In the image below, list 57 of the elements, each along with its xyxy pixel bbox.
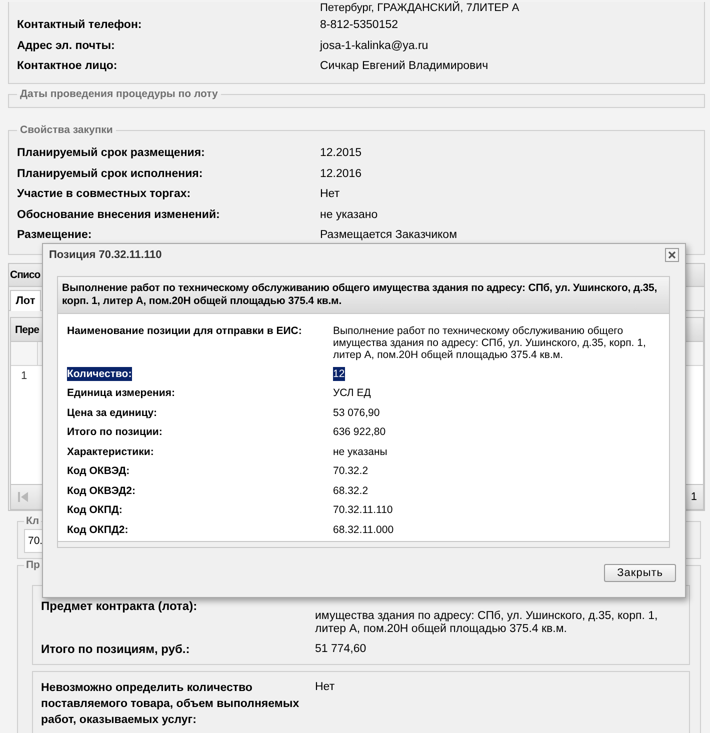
field-value: Нет	[320, 187, 341, 202]
field-label: Характеристики:	[67, 444, 155, 458]
field-label: Контактное лицо:	[17, 59, 118, 74]
field-label: Адрес эл. почты:	[17, 38, 116, 54]
code-field: 70.	[24, 529, 43, 553]
field-value: 70.32.2	[333, 464, 370, 478]
field-value: 68.32.2	[333, 484, 370, 498]
field-value: не указано	[320, 208, 379, 222]
section-legend: Даты проведения процедуры по лоту	[17, 88, 221, 101]
field-label: Единица измерения:	[67, 386, 176, 400]
field-value: имущества здания по адресу: СПб, ул. Ушинского, д.35, корп. 1, литер А, пом.20Н общей площадью 375.4 кв.м.	[315, 609, 659, 636]
field-value: Размещается Заказчиком	[320, 228, 458, 243]
close-button[interactable]: Закрыть	[604, 564, 676, 582]
grid-title: Пере	[15, 324, 40, 336]
field-label: Наименование позиции для отправки в ЕИС:	[67, 324, 303, 339]
field-label: Предмет контракта (лота):	[41, 599, 198, 613]
field-value: Нет	[315, 680, 336, 695]
field-value: УСЛ ЕД	[333, 386, 372, 400]
field-value: 12.2015	[320, 146, 363, 161]
position-heading: Выполнение работ по техническому обслуживанию общего имущества здания по адресу: СПб, ул. Ушинского, д.35, корп. 1, литер А, пом.20Н общей площадью 375.4 кв.м.	[58, 277, 669, 314]
field-label: Размещение:	[17, 228, 93, 243]
dialog-title: Позиция 70.32.11.110	[49, 249, 162, 261]
field-label: Обоснование внесения изменений:	[17, 208, 221, 222]
field-label: Код ОКВЭД:	[67, 464, 131, 478]
field-value: 8-812-5350152	[320, 18, 400, 33]
field-label: Планируемый срок размещения:	[17, 146, 206, 161]
panel-title: Списо	[10, 269, 40, 281]
field-value: 68.32.11.000	[333, 522, 395, 536]
section-legend: Кл	[24, 515, 42, 528]
field-label: Участие в совместных торгах:	[17, 187, 192, 202]
tab[interactable]: Лот	[10, 290, 41, 311]
page-number: 1	[690, 491, 697, 503]
field-value: 70.32.11.110	[333, 503, 394, 517]
field-label: Итого по позиции:	[67, 425, 164, 439]
field-label: Невозможно определить количество поставляемого товара, объем выполняемых работ, оказываемых услуг:	[41, 681, 300, 728]
field-value: 12.2016	[320, 166, 363, 182]
field-label: Код ОКПД2:	[67, 522, 130, 536]
field-value: 636 922,80	[333, 425, 387, 439]
field-label: Цена за единицу:	[67, 406, 158, 420]
field-value: 51 774,60	[315, 642, 368, 656]
field-label: Контактный телефон:	[17, 18, 143, 33]
field-label: Код ОКПД:	[67, 503, 124, 517]
address-text: Петербург, ГРАЖДАНСКИЙ, 7ЛИТЕР А	[320, 2, 520, 15]
field-value: 53 076,90	[333, 406, 381, 420]
field-label: Планируемый срок исполнения:	[17, 166, 204, 182]
row-number: 1	[20, 369, 28, 384]
field-value: Выполнение работ по техническому обслуживанию общего имущества здания по адресу: СПб, ул. Ушинского, д.35, корп. 1, литер А, пом.20Н общей площадью 375.4 кв.м.	[333, 324, 647, 361]
field-value: josa-1-kalinka@ya.ru	[320, 38, 430, 54]
section-legend: Пр	[24, 559, 42, 572]
section-legend: Свойства закупки	[17, 124, 116, 137]
field-value: 12	[333, 366, 345, 380]
field-label: Количество:	[67, 366, 132, 380]
field-label: Код ОКВЭД2:	[67, 484, 136, 498]
field-value: Сичкар Евгений Владимирович	[320, 59, 490, 74]
field-value: не указаны	[333, 444, 388, 458]
field-label: Итого по позициям, руб.:	[41, 642, 191, 656]
close-icon[interactable]	[665, 248, 679, 262]
